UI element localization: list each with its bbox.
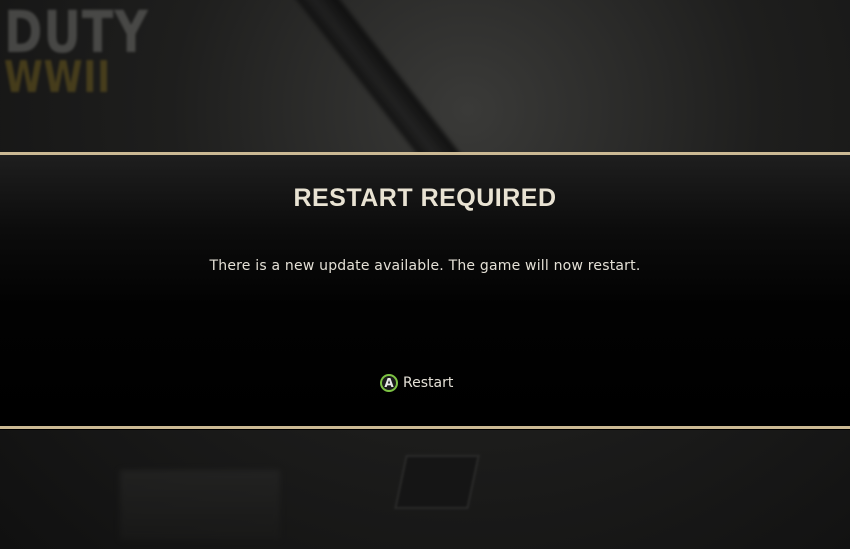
dialog-bottom-border [0,426,850,429]
game-screen: DUTY WWII RESTART REQUIRED There is a ne… [0,0,850,549]
restart-button-label: Restart [403,375,454,391]
restart-button[interactable]: A Restart [380,372,453,394]
background-logo-line1: DUTY [4,0,149,66]
background-logo-line2: WWII [4,52,112,104]
dialog-message: There is a new update available. The gam… [209,258,641,274]
background-scenery-block [120,470,280,540]
background-scenery-box [394,455,480,509]
background-game-logo: DUTY WWII [4,0,185,104]
a-button-icon: A [380,374,398,392]
dialog-title: RESTART REQUIRED [293,184,557,212]
dialog-top-border [0,152,850,155]
